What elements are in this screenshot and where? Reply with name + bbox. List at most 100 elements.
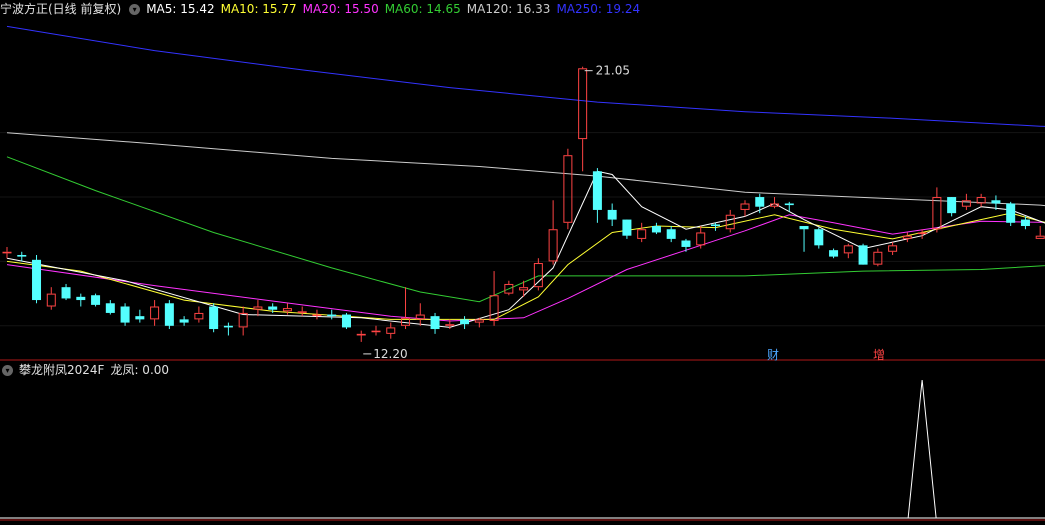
candle [61, 283, 71, 301]
indicator-toggle-icon[interactable]: ▾ [2, 365, 13, 376]
settings-toggle-icon[interactable]: ▾ [129, 4, 141, 15]
ma-legend-item: MA120: 16.33 [466, 2, 551, 16]
candle-body [371, 330, 381, 333]
price-labels: 21.05 12.20 [363, 64, 630, 361]
candle-body [1006, 203, 1016, 223]
kline-chart[interactable]: 21.05 12.20 [0, 0, 1045, 525]
candle-body [755, 197, 765, 207]
candle [194, 306, 204, 323]
candle [829, 248, 839, 259]
candle-body [223, 325, 233, 328]
candle [327, 309, 337, 320]
candle-body [578, 68, 588, 140]
candle-body [297, 311, 307, 313]
candle-body [651, 226, 661, 233]
candle-body [637, 229, 647, 239]
candle [164, 300, 174, 330]
candle-body [386, 327, 396, 334]
high-price-label: 21.05 [596, 64, 630, 78]
candle-body [666, 229, 676, 239]
candle-body [150, 306, 160, 320]
candle-body [563, 155, 573, 223]
candle-body [430, 316, 440, 330]
ma-legend: MA5: 15.42 MA10: 15.77 MA20: 15.50 MA60: 14… [146, 2, 646, 16]
ma60-line [6, 156, 1045, 303]
candle [2, 246, 12, 259]
candle [150, 300, 160, 326]
ma120-line [6, 132, 1045, 207]
candle [592, 168, 602, 223]
candle [947, 197, 957, 217]
candle-body [725, 214, 735, 230]
candle [253, 300, 263, 317]
main-header: 宁波方正(日线 前复权) ▾ MA5: 15.42 MA10: 15.77 MA20: … [0, 0, 652, 18]
candle-body [341, 314, 351, 328]
indicator-title: 攀龙附凤2024F [19, 363, 105, 377]
candle-body [696, 232, 706, 246]
candle-body [327, 314, 337, 317]
candle-body [460, 319, 470, 325]
candle-body [784, 203, 794, 206]
candle [105, 300, 115, 315]
ma20-line [6, 214, 1045, 322]
ma5-line [6, 170, 1045, 328]
candle-body [1035, 235, 1045, 239]
candle [888, 242, 898, 255]
candle-body [164, 303, 174, 326]
candle-body [622, 219, 632, 236]
stock-title: 宁波方正(日线 前复权) [0, 2, 122, 16]
candle-body [991, 200, 1001, 204]
candle [297, 306, 307, 317]
candle [179, 316, 189, 326]
candle-body [1020, 219, 1030, 227]
candle-body [888, 245, 898, 252]
candle-body [607, 209, 617, 220]
candle-body [268, 306, 278, 310]
candle-body [120, 306, 130, 323]
candle-body [829, 250, 839, 257]
candle-body [238, 312, 248, 328]
ma-legend-item: MA250: 19.24 [556, 2, 641, 16]
candle [976, 193, 986, 207]
candle-body [17, 254, 27, 257]
candle [902, 232, 912, 243]
candle [563, 148, 573, 230]
candle [548, 200, 558, 265]
candle-body [947, 197, 957, 214]
candle-body [105, 303, 115, 313]
candle [637, 222, 647, 243]
financial-report-marker[interactable]: 财 [767, 346, 779, 363]
candle [341, 312, 351, 330]
candle [209, 303, 219, 333]
moving-average-lines [6, 25, 1045, 328]
candle-body [253, 306, 263, 310]
indicator-value: 龙凤: 0.00 [110, 363, 170, 377]
share-increase-marker[interactable]: 增 [873, 346, 885, 363]
candle-body [76, 296, 86, 301]
candle-body [32, 259, 42, 301]
candle-body [179, 319, 189, 323]
candle-body [356, 333, 366, 336]
candle [873, 248, 883, 267]
candle-body [91, 295, 101, 305]
candle [843, 243, 853, 259]
candle [740, 200, 750, 217]
candle [430, 312, 440, 334]
candle [91, 293, 101, 307]
candle [666, 226, 676, 243]
ma250-line [6, 25, 1045, 127]
indicator-spike [907, 379, 937, 519]
candle-body [917, 232, 927, 235]
ma-legend-item: MA5: 15.42 [146, 2, 215, 16]
candle [356, 330, 366, 342]
ma-legend-item: MA20: 15.50 [302, 2, 379, 16]
candle [32, 254, 42, 304]
candle [1035, 226, 1045, 239]
candle [858, 243, 868, 265]
candle-body [814, 229, 824, 246]
candle-body [681, 240, 691, 247]
candle [578, 66, 588, 172]
candle-body [61, 287, 71, 299]
candle [725, 209, 735, 233]
candle-body [902, 235, 912, 239]
